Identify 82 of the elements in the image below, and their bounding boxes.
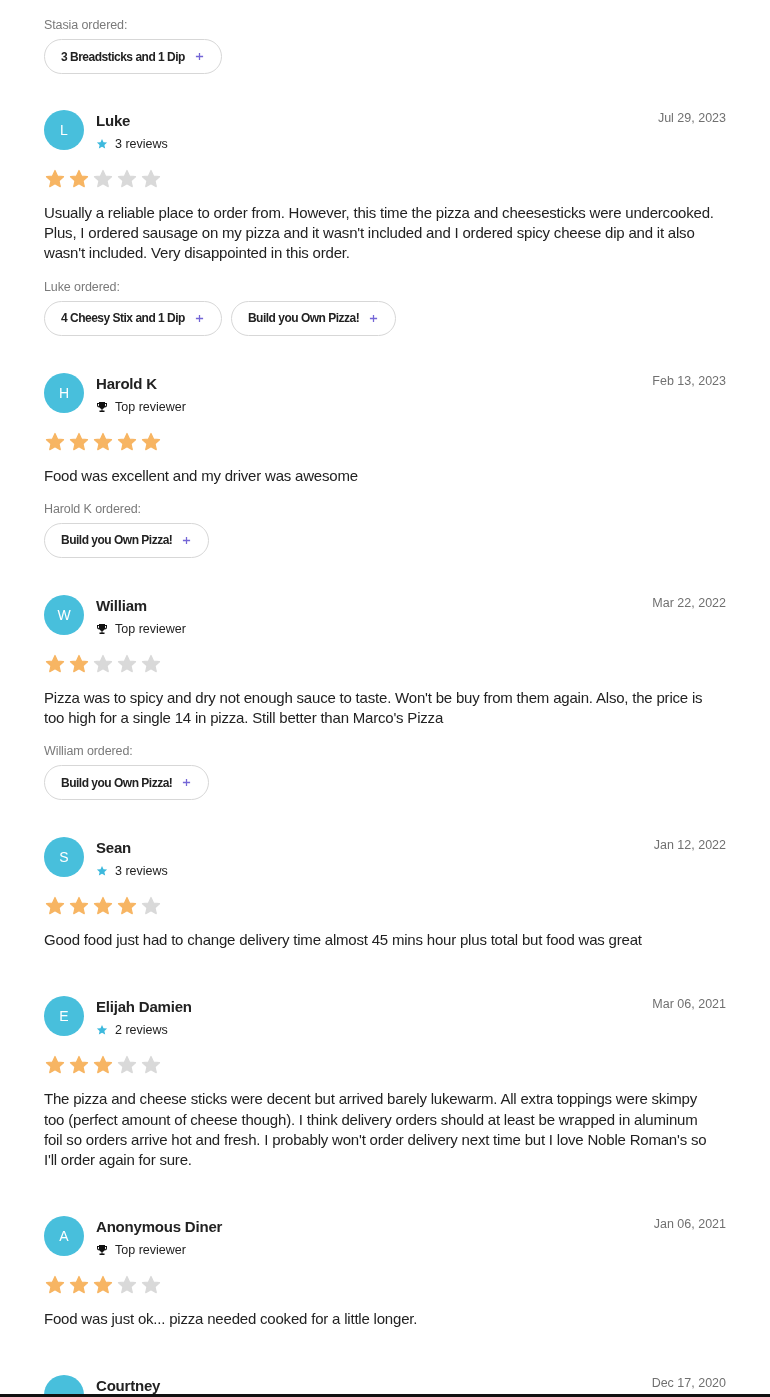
menu-item-chip[interactable]: Build you Own Pizza! [44, 522, 210, 558]
star-icon [117, 1055, 137, 1076]
reviewer-name: Harold K [96, 375, 158, 391]
review-count: 3 reviews [115, 863, 168, 880]
star-icon [69, 896, 89, 917]
user-avatar: H [44, 372, 84, 413]
top-reviewer-label: Top reviewer [115, 1242, 186, 1259]
star-icon [93, 1275, 113, 1296]
user-avatar: S [44, 837, 84, 878]
star-icon [45, 431, 65, 452]
reviewer-name: Anonymous Diner [96, 1219, 223, 1235]
trophy-icon [96, 1244, 108, 1257]
plus-icon [369, 313, 379, 323]
ordered-label: Harold K ordered: [44, 500, 142, 517]
ordered-label: William ordered: [44, 743, 134, 760]
plus-icon [182, 535, 192, 545]
menu-item-chip[interactable]: Build you Own Pizza! [230, 300, 397, 336]
review-date: Mar 22, 2022 [652, 594, 726, 611]
top-reviewer-label: Top reviewer [115, 620, 186, 637]
star-icon [93, 896, 113, 917]
review-text: Food was just ok... pizza needed cooked for a little longer. [44, 1309, 419, 1330]
star-icon [117, 896, 137, 917]
star-icon [69, 653, 89, 674]
star-icon [69, 1275, 89, 1296]
menu-item-chip[interactable]: 3 Breadsticks and 1 Dip [44, 39, 222, 74]
star-icon [96, 865, 108, 878]
reviewer-name: Courtney [96, 1378, 161, 1394]
star-icon [141, 896, 161, 917]
review-text: Usually a reliable place to order from. However, this time the pizza and cheesesticks were undercooked. Plus, I ordered sausage on my pizza and it wasn't included and I ordered spicy cheese dip and it also wasn't included. Very disappointed in this order. [44, 203, 715, 264]
user-avatar: L [44, 110, 84, 150]
star-icon [141, 1275, 161, 1296]
review-text: Food was excellent and my driver was awesome [44, 465, 359, 486]
star-icon [141, 169, 161, 189]
star-icon [69, 431, 89, 452]
reviewer-name: Luke [96, 113, 132, 128]
star-icon [45, 169, 65, 189]
star-icon [93, 431, 113, 452]
plus-icon [182, 778, 192, 788]
trophy-icon [96, 622, 108, 635]
review-date: Feb 13, 2023 [652, 372, 726, 389]
star-icon [141, 1055, 161, 1076]
star-icon [45, 653, 65, 674]
review-date: Jan 12, 2022 [653, 837, 726, 854]
star-icon [117, 1275, 137, 1296]
star-icon [117, 169, 137, 189]
menu-item-chip[interactable]: Build you Own Pizza! [44, 765, 210, 801]
star-icon [141, 431, 161, 452]
plus-icon [194, 313, 204, 323]
star-icon [141, 653, 161, 674]
reviewer-name: Sean [96, 840, 133, 856]
reviewer-name: Elijah Damien [96, 999, 192, 1015]
star-icon [69, 1055, 89, 1076]
reviewer-name: William [96, 597, 148, 613]
review-date: Jul 29, 2023 [657, 110, 726, 126]
user-avatar: A [44, 1216, 84, 1257]
star-icon [96, 138, 108, 150]
user-avatar: W [44, 594, 84, 635]
star-icon [96, 1024, 108, 1037]
ordered-label: Stasia ordered: [44, 17, 129, 33]
ordered-label: Luke ordered: [44, 278, 121, 295]
review-count: 3 reviews [115, 136, 168, 152]
user-avatar: E [44, 996, 84, 1037]
review-text: The pizza and cheese sticks were decent but arrived barely lukewarm. All extra toppings were skimpy too (perfect amount of cheese though). I think delivery orders should at least be wrapped in aluminum foil so orders arrive hot and fresh. I probably won't order delivery next time but I love Noble Roman's so I'll order again for sure. [44, 1089, 708, 1171]
plus-icon [194, 52, 204, 61]
star-icon [45, 1275, 65, 1296]
review-count: 2 reviews [115, 1022, 168, 1039]
star-icon [45, 896, 65, 917]
review-date: Dec 17, 2020 [651, 1375, 726, 1392]
review-date: Mar 06, 2021 [652, 996, 726, 1013]
review-date: Jan 06, 2021 [653, 1216, 726, 1233]
star-icon [93, 1055, 113, 1076]
review-text: Good food just had to change delivery time almost 45 mins hour plus total but food was great [44, 930, 643, 951]
star-icon [117, 653, 137, 674]
star-icon [45, 1055, 65, 1076]
star-icon [69, 169, 89, 189]
star-icon [93, 653, 113, 674]
star-icon [93, 169, 113, 189]
trophy-icon [96, 400, 108, 413]
review-text: Pizza was to spicy and dry not enough sauce to taste. Won't be buy from them again. Also, the price is too high for a single 14 in pizza. Still better than Marco's Pizza [44, 687, 704, 728]
menu-item-chip[interactable]: 4 Cheesy Stix and 1 Dip [44, 300, 222, 336]
star-icon [117, 431, 137, 452]
top-reviewer-label: Top reviewer [115, 398, 186, 415]
